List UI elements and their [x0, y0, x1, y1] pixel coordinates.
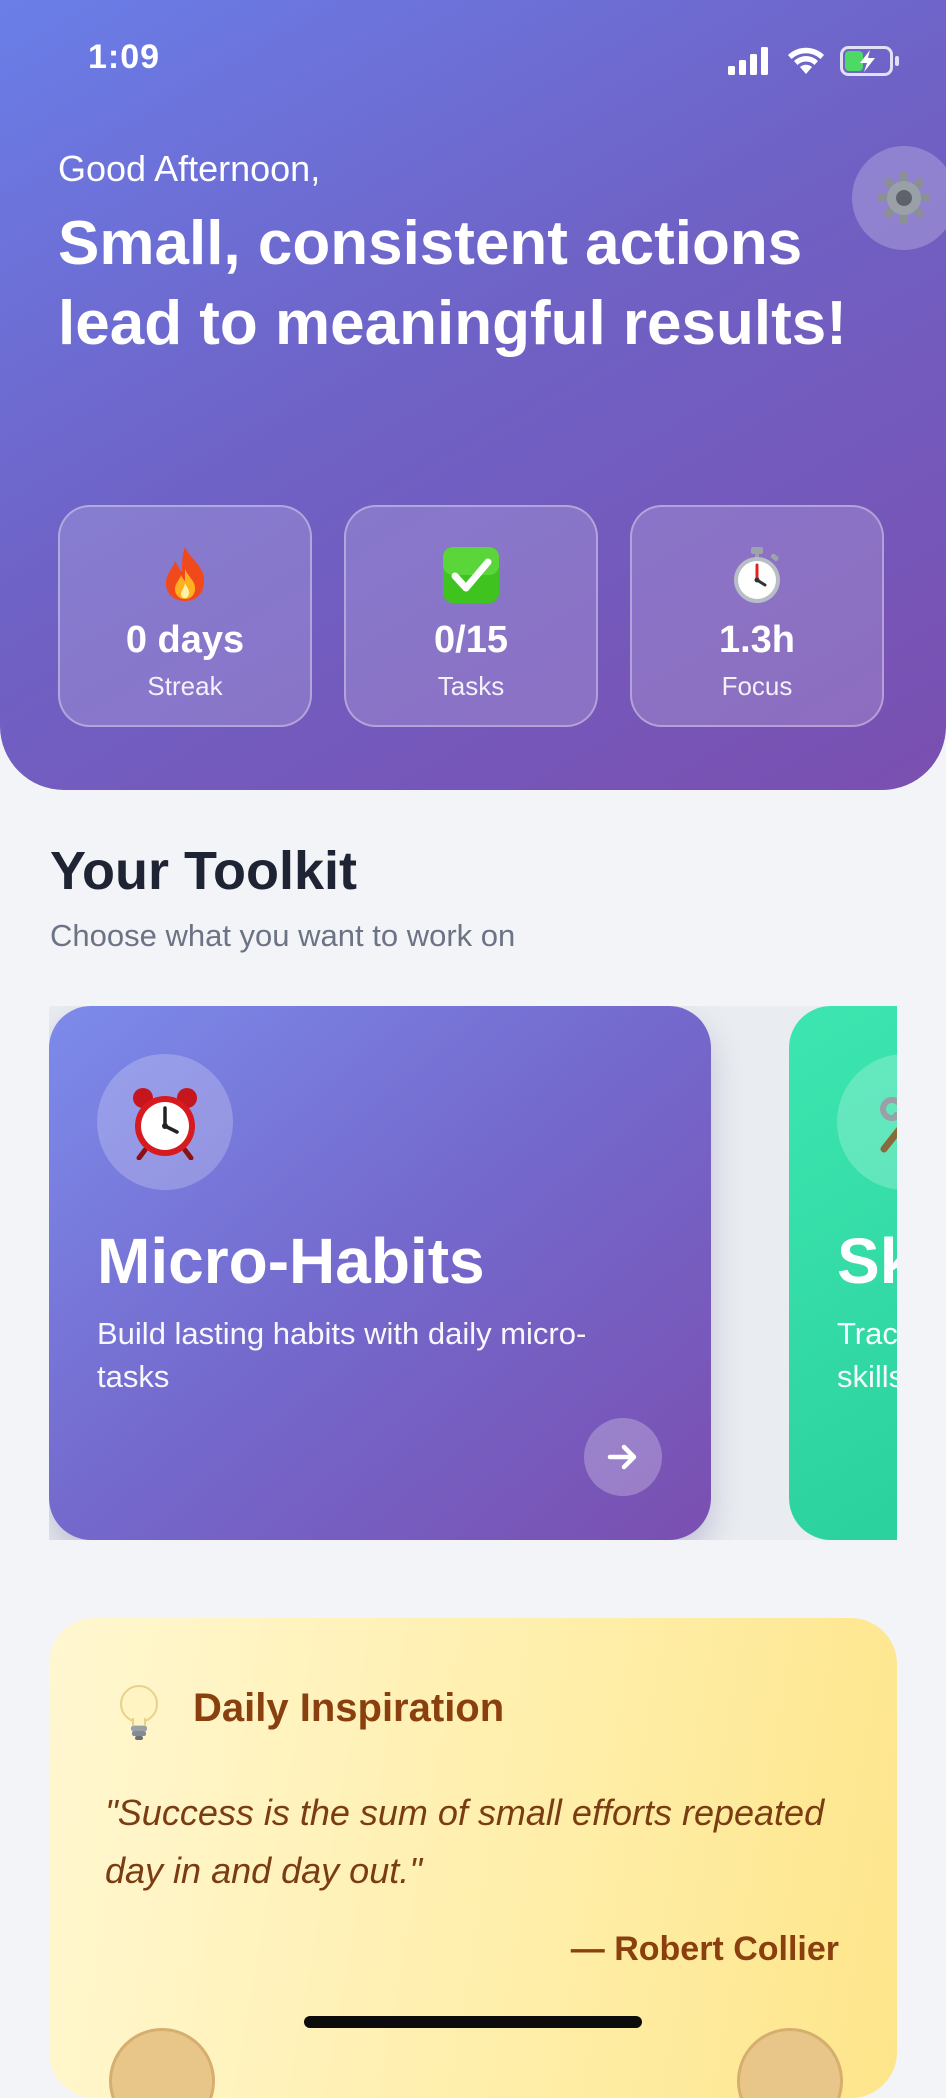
- status-icons: [728, 44, 900, 78]
- inspiration-quote: "Success is the sum of small efforts rep…: [105, 1792, 825, 1891]
- stat-value-streak: 0 days: [125, 619, 245, 661]
- micro-habits-description: Build lasting habits with daily micro-ta…: [97, 1316, 587, 1394]
- headline-text: Small, consistent actions lead to meanin…: [58, 209, 847, 358]
- greeting-text: Good Afternoon,: [58, 148, 321, 189]
- battery-charging-icon: [840, 46, 899, 76]
- toolkit-title: Your Toolkit: [50, 841, 357, 901]
- stat-value-tasks: 0/15: [434, 619, 508, 661]
- stat-label-tasks: Tasks: [437, 671, 505, 701]
- gear-icon: [878, 172, 930, 224]
- hammer-wrench-icon: [880, 1097, 897, 1153]
- inspiration-title: Daily Inspiration: [193, 1686, 505, 1730]
- lightbulb-icon: [120, 1685, 158, 1740]
- signal-icon: [728, 47, 768, 75]
- skills-card[interactable]: Sk Trac skills: [789, 1006, 897, 1540]
- header-panel: 1:09 Good Afternoon, Small, consistent a…: [0, 0, 946, 790]
- micro-habits-title: Micro-Habits: [97, 1225, 485, 1297]
- home-indicator: [304, 2016, 642, 2028]
- alarm-clock-icon: [133, 1088, 197, 1160]
- stopwatch-icon: [734, 547, 780, 603]
- stat-card-tasks: 0/15 Tasks: [344, 505, 598, 727]
- micro-habits-arrow-button[interactable]: [584, 1418, 662, 1496]
- stat-label-focus: Focus: [721, 671, 793, 701]
- settings-button[interactable]: [852, 146, 946, 250]
- wifi-icon: [788, 47, 824, 74]
- avatar-right: [737, 2028, 843, 2098]
- micro-habits-card[interactable]: Micro-Habits Build lasting habits with d…: [49, 1006, 711, 1540]
- skills-description: Trac skills: [837, 1316, 897, 1394]
- inspiration-author: — Robert Collier: [570, 1930, 839, 1968]
- fire-icon: [166, 547, 205, 601]
- check-icon: [443, 547, 499, 603]
- avatar-left: [109, 2028, 215, 2098]
- toolkit-carousel[interactable]: Micro-Habits Build lasting habits with d…: [49, 1006, 897, 1540]
- toolkit-subtitle: Choose what you want to work on: [50, 918, 516, 953]
- stat-value-focus: 1.3h: [718, 619, 796, 661]
- stat-card-focus: 1.3h Focus: [630, 505, 884, 727]
- stat-label-streak: Streak: [147, 671, 223, 701]
- arrow-right-icon: [607, 1444, 637, 1470]
- skills-title: Sk: [837, 1225, 897, 1297]
- status-time: 1:09: [88, 38, 161, 76]
- stat-card-streak: 0 days Streak: [58, 505, 312, 727]
